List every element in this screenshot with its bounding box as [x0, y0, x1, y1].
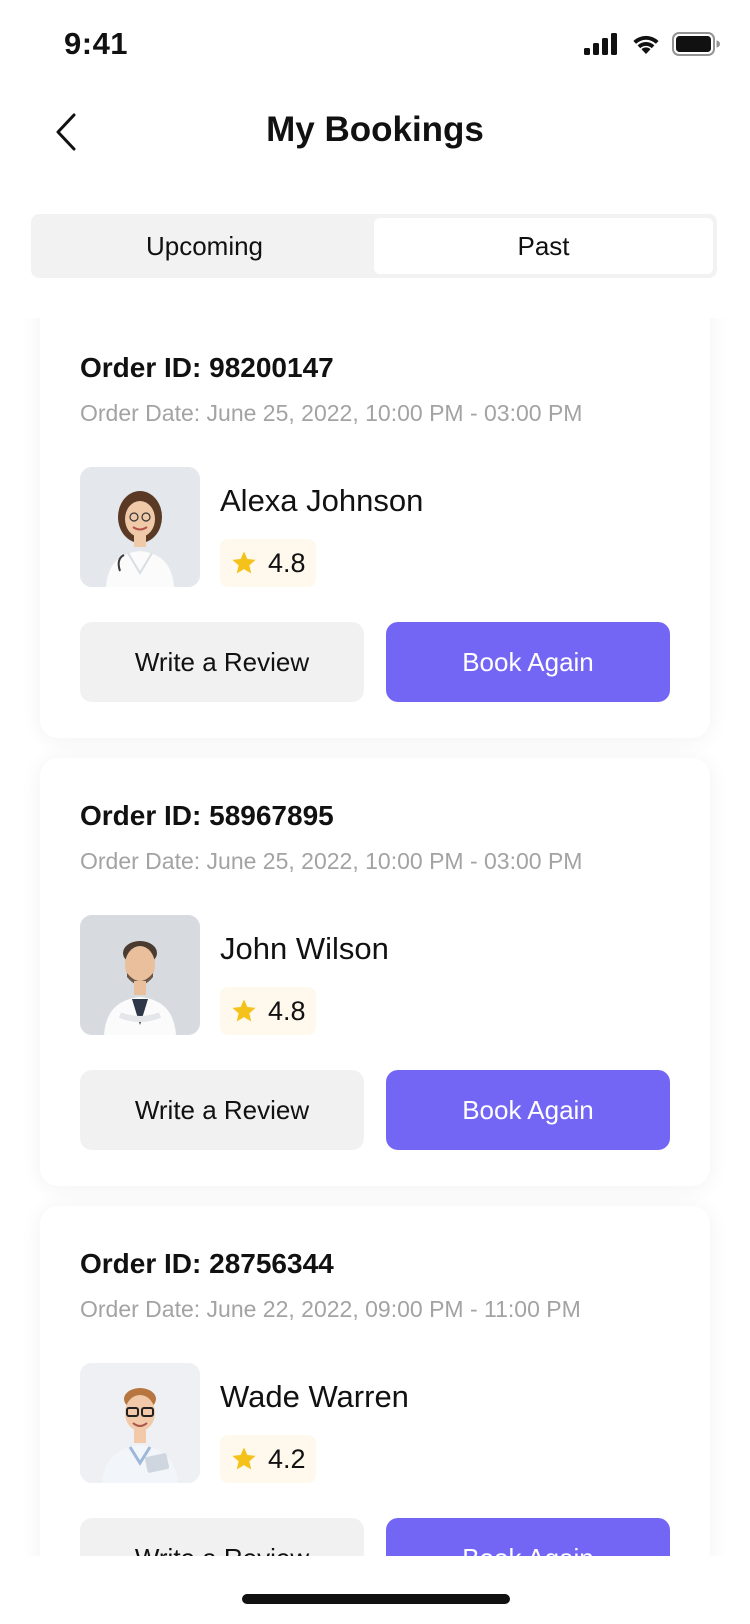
doctor-name: Wade Warren	[220, 1379, 409, 1414]
rating-value: 4.8	[268, 547, 306, 578]
write-review-button[interactable]: Write a Review	[80, 1518, 364, 1556]
cellular-signal-icon	[584, 33, 617, 55]
book-again-button[interactable]: Book Again	[386, 1518, 670, 1556]
order-id: Order ID: 58967895	[80, 800, 334, 831]
rating-value: 4.8	[268, 995, 306, 1026]
avatar	[80, 915, 200, 1035]
home-indicator[interactable]	[242, 1594, 510, 1604]
wifi-icon	[633, 35, 659, 54]
doctor-name: Alexa Johnson	[220, 483, 424, 518]
tab-upcoming[interactable]: Upcoming	[35, 218, 374, 274]
order-date: Order Date: June 22, 2022, 09:00 PM - 11…	[80, 1296, 581, 1322]
battery-icon	[672, 32, 720, 56]
doctor-photo-male-young	[80, 1363, 200, 1483]
rating-badge: 4.8	[220, 539, 316, 587]
star-icon	[232, 551, 256, 574]
star-icon	[232, 999, 256, 1022]
avatar	[80, 467, 200, 587]
avatar	[80, 1363, 200, 1483]
write-review-button[interactable]: Write a Review	[80, 622, 364, 702]
booking-card: Order ID: 98200147 Order Date: June 25, …	[40, 318, 710, 738]
tab-past[interactable]: Past	[374, 218, 713, 274]
rating-value: 4.2	[268, 1443, 306, 1474]
rating-badge: 4.2	[220, 1435, 316, 1483]
book-again-button[interactable]: Book Again	[386, 1070, 670, 1150]
doctor-photo-female	[80, 467, 200, 587]
doctor-name: John Wilson	[220, 931, 389, 966]
status-icons	[584, 32, 720, 56]
booking-card: Order ID: 58967895 Order Date: June 25, …	[40, 758, 710, 1186]
bookings-list[interactable]: Order ID: 98200147 Order Date: June 25, …	[0, 318, 750, 1556]
doctor-photo-male	[80, 915, 200, 1035]
segmented-tabs: Upcoming Past	[31, 214, 717, 278]
booking-card: Order ID: 28756344 Order Date: June 22, …	[40, 1206, 710, 1556]
order-id: Order ID: 28756344	[80, 1248, 334, 1279]
order-date: Order Date: June 25, 2022, 10:00 PM - 03…	[80, 400, 583, 426]
order-id: Order ID: 98200147	[80, 352, 334, 383]
order-date: Order Date: June 25, 2022, 10:00 PM - 03…	[80, 848, 583, 874]
status-bar: 9:41	[0, 0, 750, 92]
page-title: My Bookings	[266, 110, 484, 149]
rating-badge: 4.8	[220, 987, 316, 1035]
book-again-button[interactable]: Book Again	[386, 622, 670, 702]
write-review-button[interactable]: Write a Review	[80, 1070, 364, 1150]
star-icon	[232, 1447, 256, 1470]
status-time: 9:41	[64, 26, 129, 61]
header: My Bookings	[0, 92, 750, 172]
